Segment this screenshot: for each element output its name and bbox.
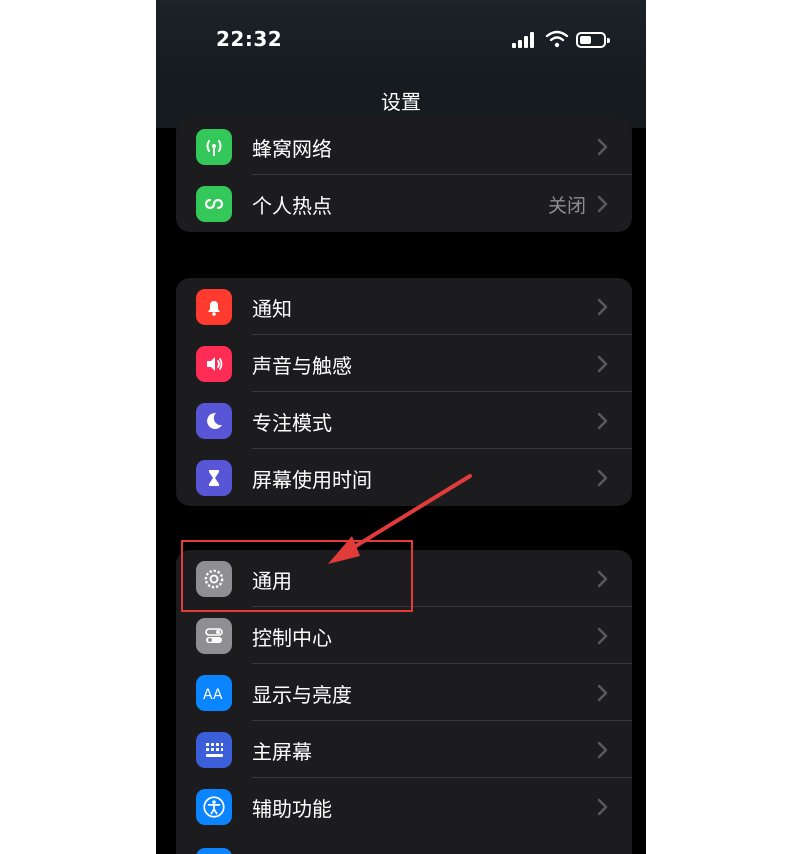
- moon-icon: [196, 403, 232, 439]
- chevron-right-icon: [597, 138, 608, 156]
- accessibility-icon: [196, 789, 232, 825]
- settings-row-sounds[interactable]: 声音与触感: [176, 335, 632, 392]
- hotspot-status-value: 关闭: [547, 195, 586, 217]
- chevron-right-icon: [597, 469, 608, 487]
- settings-row-label: 显示与亮度: [252, 683, 352, 707]
- settings-row-label: 辅助功能: [252, 797, 332, 821]
- battery-icon: [576, 32, 610, 48]
- settings-row-cellular[interactable]: 蜂窝网络: [176, 118, 632, 175]
- toggle-icon: [196, 618, 232, 654]
- chevron-right-icon: [597, 570, 608, 588]
- chevron-right-icon: [597, 195, 608, 213]
- settings-row-hotspot[interactable]: 个人热点 关闭: [176, 175, 632, 232]
- settings-group-network: 蜂窝网络 个人热点 关闭: [176, 118, 632, 232]
- chevron-right-icon: [597, 355, 608, 373]
- chevron-right-icon: [597, 412, 608, 430]
- status-bar: 22:32: [156, 0, 646, 80]
- chevron-right-icon: [597, 798, 608, 816]
- settings-row-label: 通知: [252, 297, 292, 321]
- settings-row-notifications[interactable]: 通知: [176, 278, 632, 335]
- chevron-right-icon: [597, 627, 608, 645]
- hourglass-icon: [196, 460, 232, 496]
- settings-row-label: 控制中心: [252, 626, 332, 650]
- svg-text:AA: AA: [203, 687, 223, 703]
- settings-row-label: 专注模式: [252, 411, 332, 435]
- settings-row-label: 主屏幕: [252, 740, 312, 764]
- settings-row-screen-time[interactable]: 屏幕使用时间: [176, 449, 632, 506]
- page-title: 设置: [381, 90, 421, 114]
- settings-row-focus[interactable]: 专注模式: [176, 392, 632, 449]
- speaker-icon: [196, 346, 232, 382]
- hotspot-icon: [196, 186, 232, 222]
- settings-group-notifications: 通知 声音与触感 专注模式 屏幕使用时间: [176, 278, 632, 506]
- next-row-icon-partial: [196, 848, 232, 854]
- bell-icon: [196, 289, 232, 325]
- settings-row-label: 个人热点: [252, 194, 332, 218]
- home-grid-icon: [196, 732, 232, 768]
- settings-row-control-center[interactable]: 控制中心: [176, 607, 632, 664]
- status-time: 22:32: [216, 27, 283, 51]
- settings-row-label: 屏幕使用时间: [252, 468, 372, 492]
- display-aa-icon: AA: [196, 675, 232, 711]
- wifi-icon: [545, 30, 569, 48]
- settings-row-label: 蜂窝网络: [252, 137, 332, 161]
- settings-row-accessibility[interactable]: 辅助功能: [176, 778, 632, 835]
- settings-row-display[interactable]: AA 显示与亮度: [176, 664, 632, 721]
- settings-row-home-screen[interactable]: 主屏幕: [176, 721, 632, 778]
- phone-screen: 22:32 设置 蜂窝网络 个人热点 关闭 通知 声音与触感 专注模式 屏幕使用…: [156, 0, 646, 854]
- annotation-highlight-box: [181, 540, 413, 612]
- cellular-signal-icon: [512, 32, 534, 48]
- settings-row-label: 声音与触感: [252, 354, 352, 378]
- cellular-icon: [196, 129, 232, 165]
- chevron-right-icon: [597, 298, 608, 316]
- chevron-right-icon: [597, 741, 608, 759]
- chevron-right-icon: [597, 684, 608, 702]
